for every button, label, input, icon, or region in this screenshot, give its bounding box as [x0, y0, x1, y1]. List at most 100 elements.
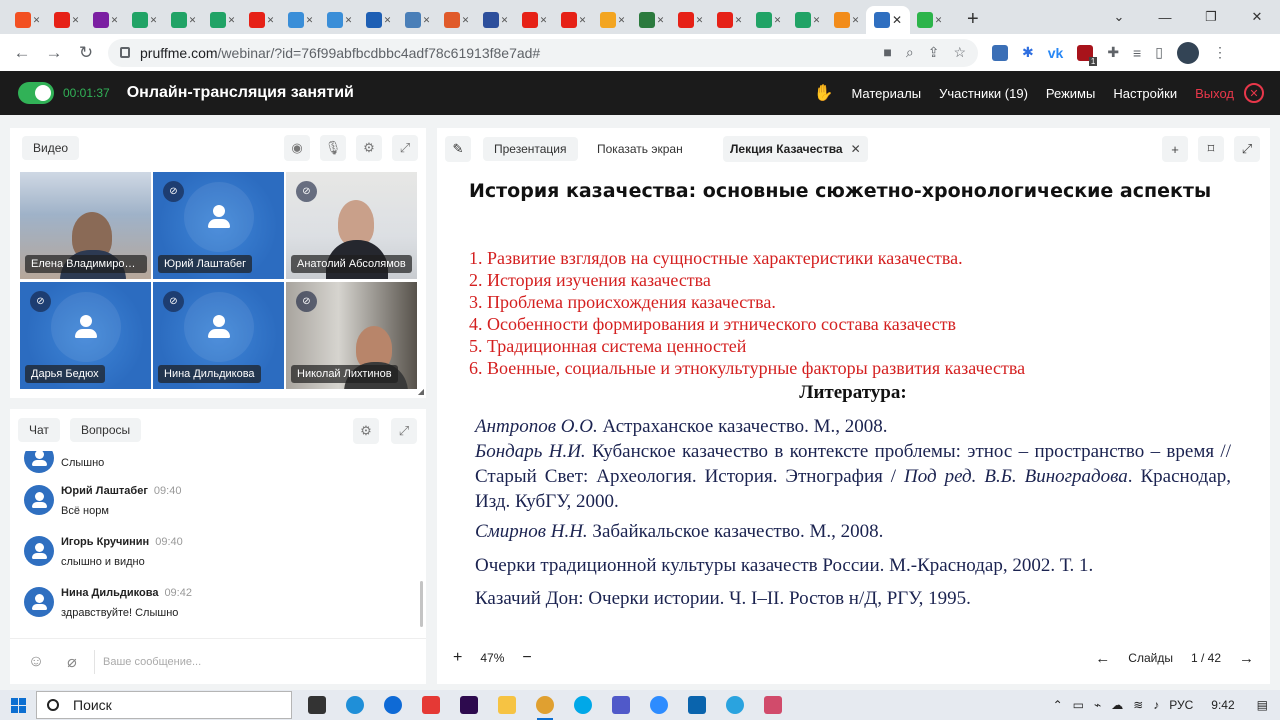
browser-tab[interactable]: ✕ [359, 6, 398, 34]
chevron-up-icon[interactable]: ⌃ [1053, 698, 1063, 712]
vk-icon[interactable]: vk [1048, 45, 1064, 61]
tab-close-icon[interactable]: ✕ [501, 15, 509, 26]
browser-tab[interactable]: ✕ [788, 6, 827, 34]
chat-gear-icon[interactable]: ⚙ [353, 418, 379, 444]
hand-icon[interactable]: ✋ [814, 83, 834, 103]
browser-tab[interactable]: ✕ [398, 6, 437, 34]
browser-tab[interactable]: ✕ [910, 6, 949, 34]
tab-close-icon[interactable]: ✕ [696, 15, 704, 26]
notifications-icon[interactable]: ▤ [1257, 698, 1268, 712]
browser-tab[interactable]: ✕ [476, 6, 515, 34]
document-tab[interactable]: Лекция Казачества ✕ [723, 136, 868, 162]
reload-icon[interactable]: ↻ [70, 43, 102, 63]
tab-close-icon[interactable]: ✕ [892, 13, 902, 27]
video-tile[interactable]: Елена Владимировн... [20, 172, 151, 279]
fullscreen-icon[interactable]: ⤢ [1234, 136, 1260, 162]
puzzle-icon[interactable]: ✚ [1107, 44, 1119, 61]
tab-close-icon[interactable]: ✕ [72, 15, 80, 26]
back-arrow-icon[interactable]: ← [6, 43, 38, 63]
resize-handle-icon[interactable]: ◢ [418, 387, 424, 396]
tab-presentation[interactable]: Презентация [483, 137, 578, 161]
browser-tab[interactable]: ✕ [281, 6, 320, 34]
zoom-out-icon[interactable]: − [522, 649, 531, 667]
puzzle-blue-icon[interactable]: ✱ [1022, 44, 1034, 61]
video-tile[interactable]: ⊘ Нина Дильдикова [153, 282, 284, 389]
exit-close-icon[interactable]: ✕ [1244, 83, 1264, 103]
video-tile[interactable]: ⊘ Анатолий Абсолямов [286, 172, 417, 279]
language-indicator[interactable]: РУС [1169, 698, 1193, 712]
paperclip-icon[interactable]: ⌀ [54, 652, 90, 672]
browser-tab[interactable]: ✕ [164, 6, 203, 34]
browser-tab[interactable]: ✕ [86, 6, 125, 34]
clock[interactable]: 9:42 [1211, 698, 1234, 712]
tab-close-icon[interactable]: ✕ [618, 15, 626, 26]
tab-close-icon[interactable]: ✕ [150, 15, 158, 26]
taskbar-app[interactable] [298, 690, 336, 720]
menu-modes[interactable]: Режимы [1046, 86, 1095, 101]
start-button[interactable] [0, 697, 36, 713]
extension-k-icon[interactable] [992, 44, 1008, 61]
browser-tab[interactable]: ✕ [593, 6, 632, 34]
video-tile[interactable]: ⊘ Юрий Лаштабег [153, 172, 284, 279]
tab-close-icon[interactable]: ✕ [462, 15, 470, 26]
tab-close-icon[interactable]: ✕ [852, 15, 860, 26]
emoji-icon[interactable]: ☺ [18, 653, 54, 671]
browser-tab[interactable]: ✕ [437, 6, 476, 34]
tab-close-icon[interactable]: ✕ [189, 15, 197, 26]
zoom-icon[interactable]: ⌕ [906, 44, 914, 61]
tab-close-icon[interactable]: ✕ [228, 15, 236, 26]
video-tile[interactable]: ⊘ Николай Лихтинов [286, 282, 417, 389]
add-icon[interactable]: + [1162, 136, 1188, 162]
minimize-icon[interactable]: — [1142, 10, 1188, 25]
exit-button[interactable]: Выход [1195, 86, 1234, 101]
taskbar-app[interactable] [640, 690, 678, 720]
url-input[interactable]: pruffme.com/webinar/?id=76f99abfbcdbbc4a… [108, 38, 978, 67]
pencil-icon[interactable]: ✎ [445, 136, 471, 162]
taskbar-app[interactable] [564, 690, 602, 720]
microphone-icon[interactable]: 🎙 [320, 135, 346, 161]
forward-arrow-icon[interactable]: → [38, 43, 70, 63]
bookmark-icon[interactable]: ⌑ [1198, 136, 1224, 162]
camera-settings-icon[interactable]: ◉ [284, 135, 310, 161]
tab-close-icon[interactable]: ✕ [579, 15, 587, 26]
usb-icon[interactable]: ⌁ [1094, 698, 1101, 712]
taskbar-app[interactable] [678, 690, 716, 720]
tab-close-icon[interactable]: ✕ [345, 15, 353, 26]
prev-slide-icon[interactable]: ← [1095, 650, 1110, 667]
browser-tab[interactable]: ✕ [125, 6, 164, 34]
browser-tab[interactable]: ✕ [47, 6, 86, 34]
share-icon[interactable]: ⇪ [928, 44, 940, 61]
chat-expand-icon[interactable]: ⤢ [391, 418, 417, 444]
browser-tab[interactable]: ✕ [242, 6, 281, 34]
taskbar-app[interactable] [602, 690, 640, 720]
tab-video[interactable]: Видео [22, 136, 80, 160]
expand-icon[interactable]: ⤢ [392, 135, 418, 161]
taskbar-app[interactable] [336, 690, 374, 720]
video-tile[interactable]: ⊘ Дарья Бедюх [20, 282, 151, 389]
cloud-icon[interactable]: ☁ [1111, 698, 1123, 712]
browser-tab[interactable]: ✕ [632, 6, 671, 34]
battery-icon[interactable]: ▭ [1073, 698, 1084, 712]
menu-settings[interactable]: Настройки [1113, 86, 1177, 101]
browser-tab[interactable]: ✕ [320, 6, 359, 34]
tab-close-icon[interactable]: ✕ [774, 15, 782, 26]
next-slide-icon[interactable]: → [1239, 650, 1254, 667]
restore-icon[interactable]: ❐ [1188, 9, 1234, 25]
browser-tab[interactable]: ✕ [827, 6, 866, 34]
broadcast-toggle[interactable] [18, 82, 54, 104]
chevron-down-icon[interactable]: ⌄ [1096, 9, 1142, 25]
tab-close-icon[interactable]: ✕ [306, 15, 314, 26]
taskbar-app[interactable] [450, 690, 488, 720]
tab-share-screen[interactable]: Показать экран [586, 137, 694, 161]
tab-close-icon[interactable]: ✕ [423, 15, 431, 26]
chat-scrollbar[interactable] [420, 581, 423, 627]
speaker-icon[interactable]: ♪ [1153, 698, 1159, 712]
wifi-icon[interactable]: ≋ [1133, 698, 1143, 712]
tab-close-icon[interactable]: ✕ [657, 15, 665, 26]
taskbar-app[interactable] [488, 690, 526, 720]
tab-close-icon[interactable]: ✕ [33, 15, 41, 26]
tab-questions[interactable]: Вопросы [70, 418, 142, 442]
tab-close-icon[interactable]: ✕ [735, 15, 743, 26]
menu-materials[interactable]: Материалы [851, 86, 921, 101]
tab-close-icon[interactable]: ✕ [540, 15, 548, 26]
